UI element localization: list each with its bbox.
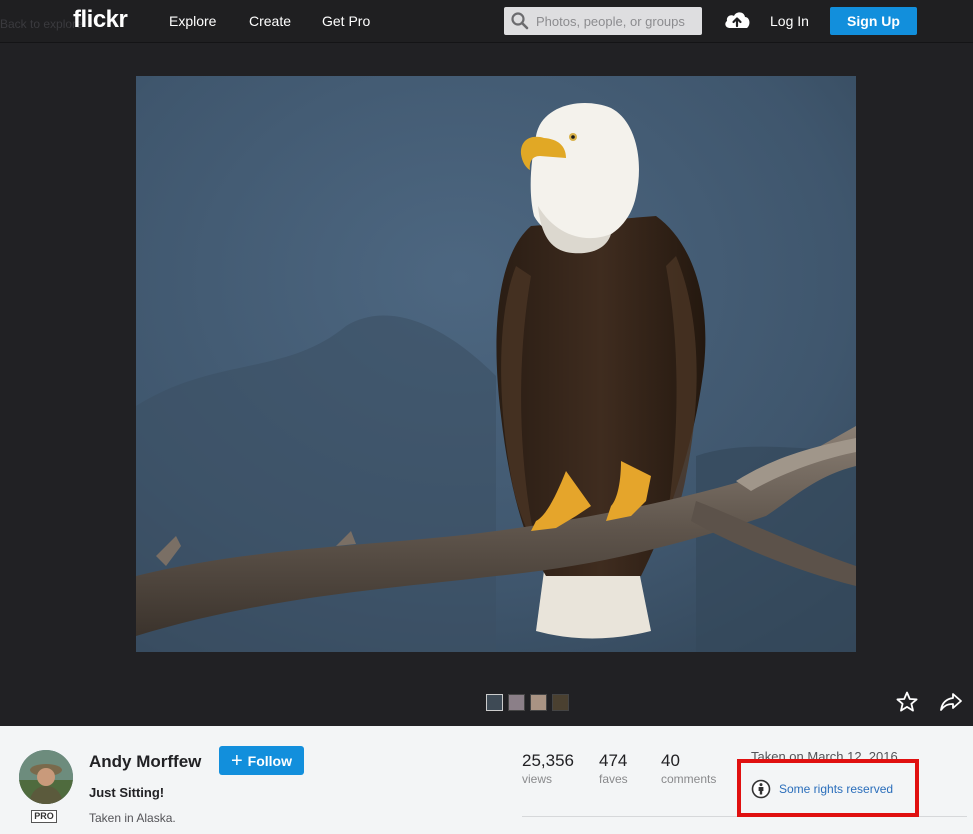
author-name[interactable]: Andy Morffew bbox=[89, 752, 201, 772]
nav-get-pro[interactable]: Get Pro bbox=[322, 13, 370, 29]
comments-label: comments bbox=[661, 772, 717, 786]
thumbnail-item[interactable] bbox=[530, 694, 547, 711]
follow-button[interactable]: + Follow bbox=[219, 746, 304, 775]
search-icon bbox=[511, 12, 529, 30]
star-icon[interactable] bbox=[895, 690, 919, 714]
thumbnail-item[interactable] bbox=[552, 694, 569, 711]
avatar-image bbox=[19, 750, 73, 804]
some-rights-reserved-link[interactable]: Some rights reserved bbox=[779, 782, 893, 796]
faves-label: faves bbox=[599, 772, 628, 786]
comments-count: 40 bbox=[661, 751, 680, 770]
back-to-explore-link[interactable]: Back to explore bbox=[0, 17, 83, 31]
attribution-license-icon bbox=[751, 779, 771, 799]
comments-stat[interactable]: 40 comments bbox=[661, 751, 716, 786]
eagle-photo-illustration bbox=[136, 76, 856, 652]
faves-count: 474 bbox=[599, 751, 628, 770]
flickr-logo[interactable]: flickr bbox=[73, 6, 128, 34]
photo-description: Taken in Alaska. bbox=[89, 811, 176, 825]
nav-create[interactable]: Create bbox=[249, 13, 291, 29]
log-in-link[interactable]: Log In bbox=[770, 13, 809, 29]
search-input[interactable] bbox=[536, 10, 696, 32]
photo-info-panel: PRO Andy Morffew + Follow Just Sitting! … bbox=[0, 726, 973, 834]
avatar[interactable] bbox=[19, 750, 73, 804]
views-label: views bbox=[522, 772, 553, 786]
photo-title: Just Sitting! bbox=[89, 785, 165, 800]
sign-up-button[interactable]: Sign Up bbox=[830, 7, 917, 35]
nav-explore[interactable]: Explore bbox=[169, 13, 216, 29]
main-photo[interactable] bbox=[136, 76, 856, 652]
faves-stat: 474 faves bbox=[599, 751, 628, 786]
views-stat: 25,356 views bbox=[522, 751, 574, 786]
views-count: 25,356 bbox=[522, 751, 574, 770]
plus-icon: + bbox=[230, 749, 243, 772]
upload-cloud-icon[interactable] bbox=[722, 8, 752, 32]
thumbnail-item[interactable] bbox=[508, 694, 525, 711]
top-navigation-bar: Back to explore flickr Explore Create Ge… bbox=[0, 0, 973, 43]
follow-label: Follow bbox=[247, 752, 292, 769]
thumbnail-current[interactable] bbox=[486, 694, 503, 711]
share-arrow-icon[interactable] bbox=[939, 690, 963, 714]
pro-badge: PRO bbox=[31, 810, 57, 823]
